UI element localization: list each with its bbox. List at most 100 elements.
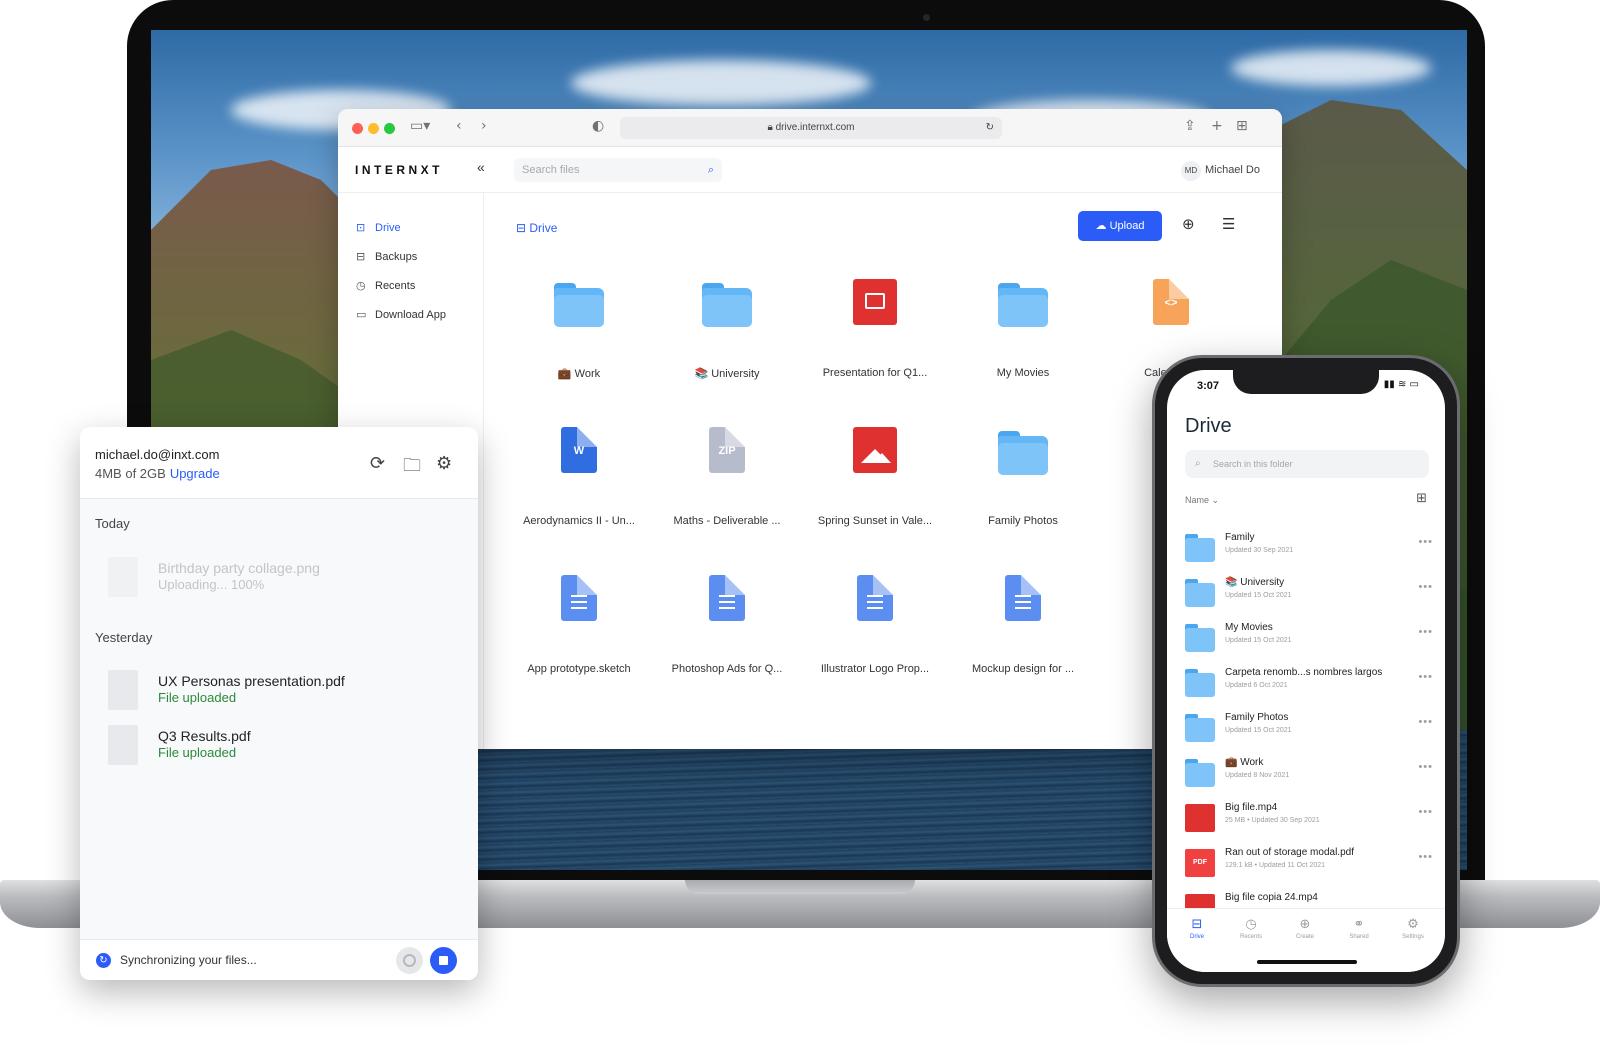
reload-icon[interactable]: ↻ [986, 117, 994, 139]
file-item[interactable]: Mockup design for ... [958, 575, 1088, 675]
stop-sync-button[interactable] [430, 947, 457, 974]
panel-header: michael.do@inxt.com 4MB of 2GB Upgrade ⟳ … [80, 427, 478, 499]
file-icon [108, 670, 138, 710]
file-name: Presentation for Q1... [822, 367, 928, 379]
clock-icon: ◷ [356, 279, 366, 292]
file-name: App prototype.sketch [527, 663, 631, 675]
image-file-icon [850, 427, 900, 475]
document-file-icon [850, 575, 900, 623]
phone: 3:07 ▮▮ ≋ ▭ Drive ⌕ Search in this folde… [1152, 355, 1460, 987]
sidebar-item-label: Download App [375, 309, 446, 321]
user-menu[interactable]: MD Michael Do [1180, 161, 1260, 181]
upload-button[interactable]: ☁︎ Upload [1078, 211, 1162, 241]
file-meta: 25 MB • Updated 30 Sep 2021 [1225, 817, 1320, 824]
video-file-icon [1185, 804, 1215, 832]
gear-icon[interactable]: ⚙︎ [436, 453, 452, 474]
file-item[interactable]: 💼 Work [514, 283, 644, 380]
file-name: My Movies [1225, 622, 1273, 633]
file-item[interactable]: ZIP Maths - Deliverable ... [662, 427, 792, 527]
list-item[interactable]: Family Photos Updated 15 Oct 2021 ••• [1185, 710, 1433, 752]
close-window-button[interactable] [352, 123, 363, 134]
brand-logo: INTERNXT [355, 163, 443, 177]
new-tab-icon[interactable]: + [1211, 118, 1223, 134]
breadcrumb[interactable]: ⊟ Drive [516, 221, 557, 235]
upload-status: Uploading... 100% [158, 577, 265, 592]
file-item[interactable]: W Aerodynamics II - Un... [514, 427, 644, 527]
file-item[interactable]: App prototype.sketch [514, 575, 644, 675]
file-item[interactable]: My Movies [958, 283, 1088, 379]
privacy-shield-icon[interactable]: ◐ [592, 118, 604, 134]
sidebar-item-label: Drive [375, 222, 401, 234]
more-icon[interactable]: ••• [1418, 581, 1433, 593]
sidebar-toggle-icon[interactable]: ▭▾ [410, 118, 430, 134]
breadcrumb-label: Drive [529, 221, 558, 235]
list-item[interactable]: My Movies Updated 15 Oct 2021 ••• [1185, 620, 1433, 662]
file-item[interactable]: Presentation for Q1... [810, 279, 940, 379]
file-item[interactable]: Illustrator Logo Prop... [810, 575, 940, 675]
new-folder-icon[interactable]: ⊕ [1182, 215, 1195, 233]
list-item[interactable]: 📚 University Updated 15 Oct 2021 ••• [1185, 575, 1433, 617]
upload-status: File uploaded [158, 745, 237, 760]
tab-overview-icon[interactable]: ⊞ [1236, 118, 1248, 134]
sort-dropdown[interactable]: Name ⌄ [1185, 495, 1219, 506]
tab-drive[interactable]: ⊟ Drive [1171, 917, 1223, 940]
list-item[interactable]: Big file.mp4 25 MB • Updated 30 Sep 2021… [1185, 800, 1433, 842]
more-icon[interactable]: ••• [1418, 626, 1433, 638]
file-item[interactable]: Photoshop Ads for Q... [662, 575, 792, 675]
file-item[interactable]: Family Photos [958, 431, 1088, 527]
search-icon[interactable]: ⌕ [708, 158, 714, 182]
list-item[interactable]: Carpeta renomb...s nombres largos Update… [1185, 665, 1433, 707]
file-name: Maths - Deliverable ... [673, 515, 781, 527]
tab-shared[interactable]: ⚭ Shared [1333, 917, 1385, 940]
url-bar[interactable]: 🔒︎ drive.internxt.com ↻ [620, 117, 1002, 139]
upload-label: Upload [1109, 220, 1145, 232]
zip-badge: ZIP [718, 445, 736, 457]
minimize-window-button[interactable] [368, 123, 379, 134]
sidebar-item-drive[interactable]: ⊡ Drive [356, 221, 401, 234]
url-text: drive.internxt.com [775, 122, 855, 133]
search-input[interactable]: ⌕ Search in this folder [1185, 450, 1429, 478]
tab-recents[interactable]: ◷ Recents [1225, 917, 1277, 940]
page-title: Drive [1185, 415, 1232, 437]
sidebar-item-backups[interactable]: ⊟ Backups [356, 250, 417, 263]
back-icon[interactable]: ‹ [456, 118, 462, 134]
more-icon[interactable]: ••• [1418, 536, 1433, 548]
more-icon[interactable]: ••• [1418, 806, 1433, 818]
sidebar-item-label: Recents [375, 280, 416, 292]
more-icon[interactable]: ••• [1418, 716, 1433, 728]
file-name: My Movies [996, 367, 1050, 379]
video-file-icon [850, 279, 900, 327]
tab-settings[interactable]: ⚙︎ Settings [1387, 917, 1439, 940]
share-icon[interactable]: ⇪ [1184, 118, 1196, 134]
account-email: michael.do@inxt.com [95, 447, 220, 462]
upload-icon: ☁︎ [1095, 220, 1110, 232]
collapse-sidebar-icon[interactable]: « [477, 159, 485, 175]
file-name: Family Photos [988, 515, 1058, 527]
search-icon: ⌕ [1195, 458, 1201, 469]
file-item[interactable]: 📚 University [662, 283, 792, 380]
tab-label: Create [1295, 934, 1314, 940]
upgrade-link[interactable]: Upgrade [170, 466, 220, 481]
sync-status-icon[interactable]: ⟳ [370, 453, 385, 474]
file-name: Photoshop Ads for Q... [671, 663, 783, 675]
code-file-icon: <> [1146, 279, 1196, 327]
tab-create[interactable]: ⊕ Create [1279, 917, 1331, 940]
maximize-window-button[interactable] [384, 123, 395, 134]
pause-sync-button[interactable] [396, 947, 423, 974]
sidebar-item-recents[interactable]: ◷ Recents [356, 279, 415, 292]
list-item[interactable]: PDF Ran out of storage modal.pdf 129.1 k… [1185, 845, 1433, 887]
file-name: 💼 Work [1225, 757, 1264, 768]
list-item[interactable]: Family Updated 30 Sep 2021 ••• [1185, 530, 1433, 572]
more-icon[interactable]: ••• [1418, 671, 1433, 683]
sidebar-item-download-app[interactable]: ▭ Download App [356, 308, 446, 321]
more-icon[interactable]: ••• [1418, 851, 1433, 863]
folder-icon [1185, 624, 1215, 652]
file-item[interactable]: Spring Sunset in Vale... [810, 427, 940, 527]
search-input[interactable]: Search files ⌕ [514, 158, 722, 182]
open-folder-icon[interactable]: 🗀︎ [403, 453, 421, 483]
list-view-icon[interactable]: ☰ [1222, 215, 1235, 233]
more-icon[interactable]: ••• [1418, 761, 1433, 773]
forward-icon[interactable]: › [481, 118, 487, 134]
list-item[interactable]: 💼 Work Updated 8 Nov 2021 ••• [1185, 755, 1433, 797]
grid-view-icon[interactable]: ⊞ [1416, 491, 1427, 506]
